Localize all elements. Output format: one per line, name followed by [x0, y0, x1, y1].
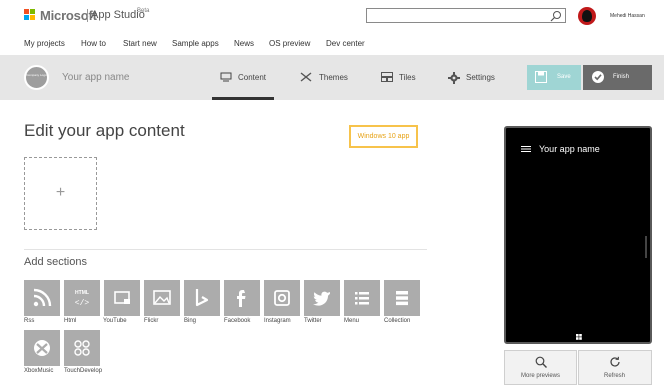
- app-logo-text: Company Logo: [26, 73, 47, 77]
- preview-app-title: Your app name: [539, 144, 600, 154]
- tab-themes-label: Themes: [319, 73, 348, 82]
- facebook-icon: [237, 290, 246, 307]
- flickr-icon: [153, 290, 171, 305]
- brush-tools-icon: [300, 72, 312, 82]
- add-section-placeholder[interactable]: +: [24, 157, 97, 230]
- device-side-button: [645, 236, 647, 258]
- more-previews-label: More previews: [520, 373, 560, 379]
- section-label-instagram: Instagram: [264, 318, 291, 324]
- section-label-rss: Rss: [24, 318, 35, 324]
- app-logo[interactable]: Company Logo: [24, 65, 49, 90]
- rss-icon: [33, 288, 52, 307]
- save-label: Save: [557, 74, 571, 80]
- more-previews-button[interactable]: More previews: [504, 350, 577, 385]
- plus-icon: +: [55, 184, 66, 201]
- brand-name[interactable]: Microsoft: [40, 8, 97, 23]
- section-tile-rss[interactable]: [24, 280, 60, 316]
- section-tile-flickr[interactable]: [144, 280, 180, 316]
- section-divider: [24, 249, 427, 250]
- active-tab-indicator: [212, 97, 274, 100]
- tab-tiles-label: Tiles: [399, 73, 416, 82]
- bing-icon: [195, 289, 209, 307]
- collection-icon: [396, 291, 408, 306]
- save-button[interactable]: Save: [527, 65, 581, 90]
- section-label-touchdevelop: TouchDevelop: [64, 368, 103, 374]
- section-label-bing: Bing: [184, 318, 197, 324]
- html-tile-text: HTML: [75, 290, 89, 296]
- section-tile-html[interactable]: HTML </>: [64, 280, 100, 316]
- html-icon: HTML </>: [75, 290, 90, 308]
- gear-icon: [448, 72, 460, 84]
- tab-content-label: Content: [238, 73, 267, 82]
- menu-icon: [355, 292, 369, 305]
- section-tile-collection[interactable]: [384, 280, 420, 316]
- tiles-icon: [381, 72, 393, 82]
- section-label-menu: Menu: [344, 318, 360, 324]
- top-header: Microsoft App Studio Beta Mehedi Hassan: [0, 0, 664, 34]
- nav-os-preview[interactable]: OS preview: [269, 39, 310, 48]
- section-label-youtube: YouTube: [103, 318, 127, 324]
- youtube-icon: [114, 291, 130, 304]
- app-name-field[interactable]: Your app name: [62, 72, 129, 83]
- section-label-collection: Collection: [384, 318, 411, 324]
- xbox-music-icon: [34, 340, 50, 356]
- section-label-flickr: Flickr: [144, 318, 159, 324]
- touchdevelop-icon: [74, 340, 90, 356]
- microsoft-logo-icon[interactable]: [24, 9, 36, 21]
- finish-button[interactable]: Finish: [583, 65, 652, 90]
- add-sections-heading: Add sections: [24, 256, 87, 268]
- windows-home-icon: [576, 334, 582, 340]
- save-icon: [535, 71, 547, 83]
- brand-divider: [87, 9, 88, 22]
- finish-label: Finish: [613, 74, 630, 80]
- nav-how-to[interactable]: How to: [81, 39, 106, 48]
- section-tile-touchdevelop[interactable]: [64, 330, 100, 366]
- nav-start-new[interactable]: Start new: [123, 39, 157, 48]
- refresh-label: Refresh: [603, 373, 625, 379]
- device-preview: Your app name: [504, 126, 652, 344]
- beta-badge: Beta: [137, 8, 150, 14]
- section-tile-bing[interactable]: [184, 280, 220, 316]
- section-tile-facebook[interactable]: [224, 280, 260, 316]
- user-avatar[interactable]: [578, 7, 596, 25]
- windows-10-app-button[interactable]: Windows 10 app: [349, 125, 418, 148]
- refresh-icon: [610, 356, 620, 367]
- monitor-icon: [220, 72, 232, 82]
- user-name[interactable]: Mehedi Hassan: [610, 13, 645, 19]
- hamburger-menu-icon: [521, 146, 531, 152]
- search-input[interactable]: [366, 8, 566, 23]
- svg-text:</>: </>: [75, 299, 90, 308]
- section-tile-xbox-music[interactable]: [24, 330, 60, 366]
- nav-dev-center[interactable]: Dev center: [326, 39, 365, 48]
- nav-sample-apps[interactable]: Sample apps: [172, 39, 219, 48]
- nav-news[interactable]: News: [234, 39, 254, 48]
- instagram-icon: [274, 290, 290, 306]
- section-tile-menu[interactable]: [344, 280, 380, 316]
- twitter-icon: [313, 291, 330, 306]
- search-icon[interactable]: [550, 10, 562, 22]
- tab-settings-label: Settings: [466, 73, 495, 82]
- section-tile-twitter[interactable]: [304, 280, 340, 316]
- nav-my-projects[interactable]: My projects: [24, 39, 65, 48]
- section-label-html: Html: [64, 318, 77, 324]
- section-label-facebook: Facebook: [224, 318, 251, 324]
- magnifier-icon: [535, 356, 547, 368]
- section-tile-youtube[interactable]: [104, 280, 140, 316]
- section-tile-instagram[interactable]: [264, 280, 300, 316]
- section-label-xbox-music: XboxMusic: [24, 368, 54, 374]
- page-title: Edit your app content: [24, 121, 185, 140]
- section-label-twitter: Twitter: [304, 318, 322, 324]
- refresh-button[interactable]: Refresh: [578, 350, 652, 385]
- checkmark-icon: [592, 71, 604, 83]
